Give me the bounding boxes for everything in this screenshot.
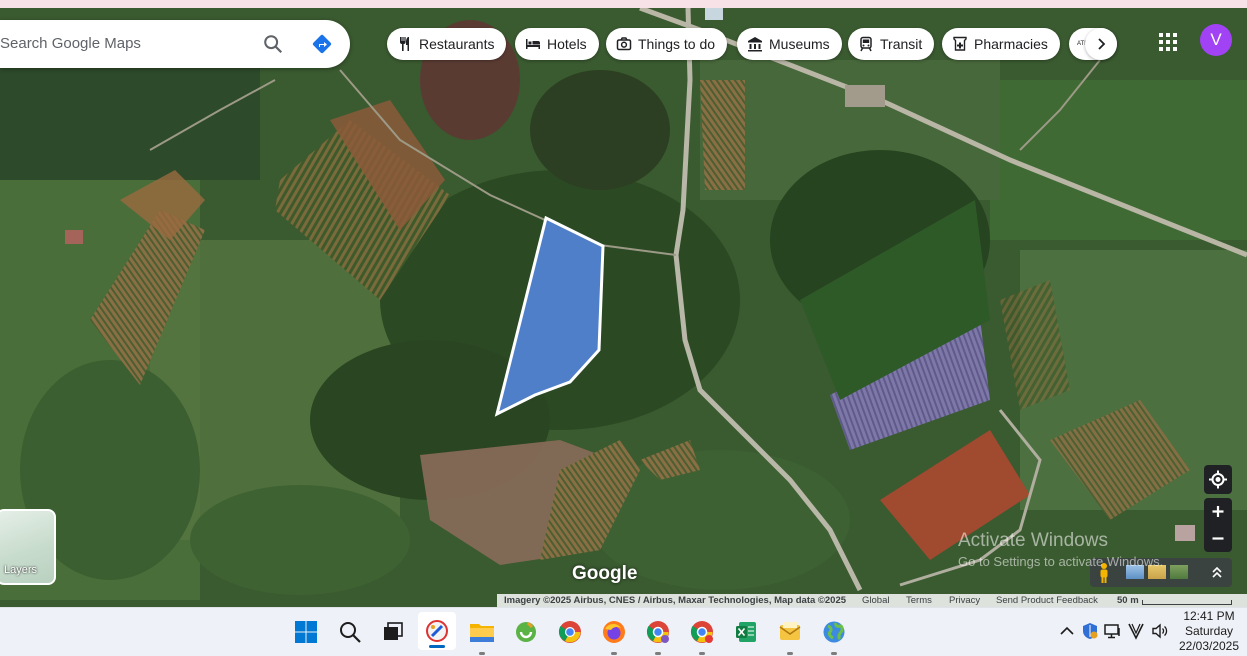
taskbar-app-file-explorer[interactable]	[466, 616, 498, 655]
windows-activation-watermark: Activate Windows Go to Settings to activ…	[958, 530, 1163, 569]
windows-taskbar: 12:41 PM Saturday 22/03/2025	[0, 607, 1247, 656]
app-icon	[516, 621, 536, 642]
chip-museums[interactable]: Museums	[737, 28, 842, 60]
expand-up-icon[interactable]	[1210, 564, 1224, 580]
speaker-volume-icon[interactable]	[1151, 622, 1169, 640]
scale-label[interactable]: 50 m	[1117, 595, 1139, 606]
clock-time: 12:41 PM	[1183, 609, 1235, 623]
zoom-in-button[interactable]	[1204, 498, 1232, 525]
fork-knife-icon	[400, 37, 409, 51]
pharmacy-icon	[953, 36, 967, 51]
task-view-icon	[384, 622, 403, 640]
global-link[interactable]: Global	[862, 595, 889, 606]
taskbar-app-excel[interactable]	[730, 616, 762, 648]
feedback-link[interactable]: Send Product Feedback	[996, 595, 1098, 606]
taskbar-app-green[interactable]	[510, 616, 542, 648]
satellite-map[interactable]	[0, 8, 1247, 607]
excel-icon	[736, 622, 756, 642]
task-view-button[interactable]	[377, 616, 409, 648]
imagery-attribution: Imagery ©2025 Airbus, CNES / Airbus, Max…	[504, 595, 847, 606]
taskbar-app-chrome[interactable]	[554, 616, 586, 648]
taskbar-app-mail[interactable]	[774, 616, 806, 655]
bed-icon	[526, 39, 540, 49]
chip-pharmacies[interactable]: Pharmacies	[942, 28, 1060, 60]
clock-date: 22/03/2025	[1178, 639, 1240, 653]
chrome-profile-icon	[646, 621, 669, 643]
chrome-profile-2-icon	[690, 621, 713, 643]
system-clock[interactable]: 12:41 PM Saturday 22/03/2025	[1176, 609, 1242, 654]
zoom-controls	[1204, 498, 1232, 552]
account-avatar[interactable]: V	[1200, 24, 1232, 56]
taskbar-app-earth[interactable]	[818, 616, 850, 655]
chip-restaurants[interactable]: Restaurants	[387, 28, 507, 60]
taskbar-app-paint[interactable]	[418, 612, 456, 650]
taskbar-app-chrome-profile[interactable]	[642, 616, 674, 655]
my-location-button[interactable]	[1204, 465, 1232, 494]
chip-transit[interactable]: Transit	[848, 28, 935, 60]
windows-start-icon	[295, 621, 317, 643]
chip-hotels[interactable]: Hotels	[515, 28, 599, 60]
earth-app-icon	[823, 621, 845, 643]
layers-button[interactable]: Layers	[0, 509, 56, 585]
browser-top-band	[0, 0, 1247, 8]
network-display-icon[interactable]	[1104, 622, 1122, 640]
taskbar-app-chrome-profile-2[interactable]	[686, 616, 718, 655]
clock-day: Saturday	[1184, 624, 1234, 638]
search-icon[interactable]	[262, 33, 284, 55]
layers-label: Layers	[4, 564, 38, 576]
file-explorer-icon	[470, 624, 494, 642]
chevron-right-icon	[1098, 38, 1106, 50]
imagery-thumbnail-3[interactable]	[1170, 565, 1188, 579]
search-input[interactable]: Search Google Maps	[0, 35, 141, 52]
watermark-title: Activate Windows	[958, 530, 1108, 551]
privacy-link[interactable]: Privacy	[949, 595, 980, 606]
train-icon	[860, 36, 872, 52]
terms-link[interactable]: Terms	[906, 595, 932, 606]
chrome-icon	[558, 621, 581, 643]
search-box[interactable]: Search Google Maps	[0, 20, 350, 68]
my-location-icon	[1209, 470, 1227, 489]
camera-icon	[616, 37, 632, 51]
firefox-icon	[603, 621, 625, 643]
show-hidden-icons-chevron[interactable]	[1058, 622, 1076, 640]
windows-start-button[interactable]	[290, 616, 322, 648]
google-apps-icon[interactable]	[1158, 32, 1178, 52]
chip-things-to-do[interactable]: Things to do	[606, 28, 728, 60]
security-shield-icon[interactable]	[1081, 622, 1099, 640]
satellite-imagery	[0, 8, 1247, 607]
taskbar-app-firefox[interactable]	[598, 616, 630, 655]
directions-icon[interactable]	[310, 32, 334, 56]
search-icon	[340, 622, 361, 643]
mail-icon	[779, 622, 801, 640]
scale-bar[interactable]	[1142, 600, 1232, 605]
taskbar-search-button[interactable]	[334, 616, 366, 648]
chips-scroll-right[interactable]	[1085, 28, 1117, 60]
museum-icon	[748, 37, 762, 52]
watermark-subtitle: Go to Settings to activate Windows.	[958, 554, 1164, 569]
attribution-bar: Imagery ©2025 Airbus, CNES / Airbus, Max…	[497, 594, 1247, 607]
vpn-v-icon[interactable]	[1127, 622, 1145, 640]
paint-app-icon	[426, 620, 448, 642]
zoom-out-button[interactable]	[1204, 525, 1232, 552]
google-wordmark: Google	[572, 563, 638, 584]
